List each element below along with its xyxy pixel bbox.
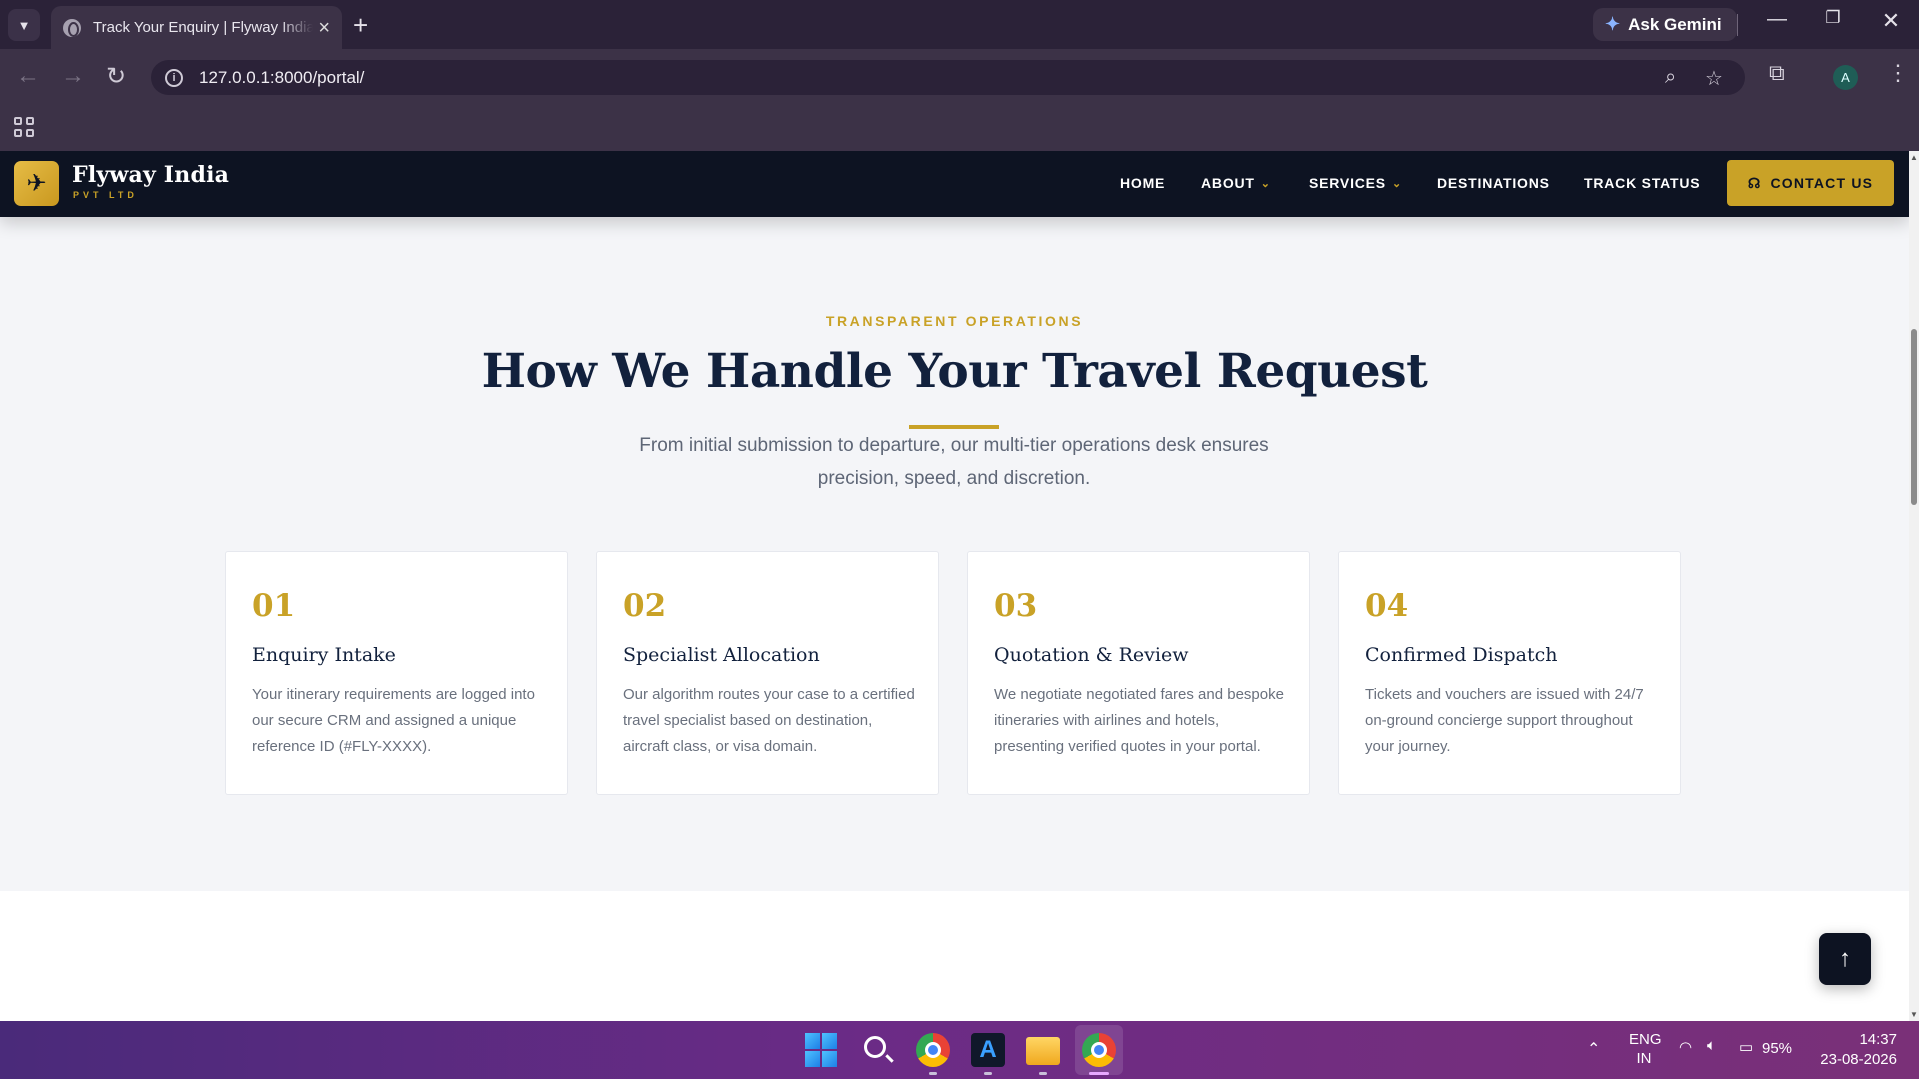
ask-gemini-button[interactable]: ✦ Ask Gemini [1593, 8, 1737, 41]
brand-name[interactable]: Flyway India [72, 162, 229, 188]
chevron-down-icon: ▼ [17, 17, 31, 33]
nav-home-label: HOME [1120, 175, 1166, 191]
nav-track-status-label: TRACK STATUS [1584, 175, 1701, 191]
tab-title: Track Your Enquiry | Flyway India Pvt Lt… [93, 19, 313, 36]
process-step-card: 03 Quotation & Review We negotiate negot… [967, 551, 1310, 795]
zoom-icon[interactable]: ⌕ [1665, 66, 1676, 89]
step-title: Quotation & Review [994, 644, 1189, 666]
plane-departure-icon[interactable]: ✈ [14, 161, 59, 206]
chevron-down-icon: ⌄ [1391, 177, 1402, 190]
browser-tab-bar: ▼ Track Your Enquiry | Flyway India Pvt … [0, 0, 1919, 49]
chrome-icon[interactable] [916, 1033, 950, 1067]
browser-toolbar: ← → ↻ i 127.0.0.1:8000/portal/ ⌕ ☆ ⧉ A ⋮ [0, 49, 1919, 105]
site-header: ✈ Flyway India PVT LTD HOME ABOUT ⌄ SERV… [0, 151, 1909, 217]
running-indicator [1039, 1072, 1047, 1075]
search-icon[interactable] [861, 1033, 895, 1067]
windows-start-icon[interactable] [805, 1033, 839, 1067]
address-bar[interactable]: i 127.0.0.1:8000/portal/ ⌕ ☆ [151, 60, 1745, 95]
scroll-down-arrow-icon[interactable]: ▼ [1909, 1010, 1919, 1019]
step-title: Confirmed Dispatch [1365, 644, 1558, 666]
arrow-up-icon: ↑ [1839, 945, 1851, 972]
nav-destinations-label: DESTINATIONS [1437, 175, 1550, 191]
nav-about-label: ABOUT [1201, 175, 1255, 191]
section-title: How We Handle Your Travel Request [481, 344, 1428, 399]
headset-icon: ☊ [1747, 174, 1762, 191]
clock-time: 14:37 [1859, 1031, 1897, 1048]
scroll-up-arrow-icon[interactable]: ▲ [1909, 153, 1919, 162]
tab-search-button[interactable]: ▼ [8, 9, 40, 41]
browser-menu-icon[interactable]: ⋮ [1887, 60, 1909, 86]
step-number: 04 [1365, 588, 1409, 624]
contact-us-button[interactable]: ☊ CONTACT US [1727, 160, 1894, 206]
profile-avatar[interactable]: A [1833, 65, 1858, 90]
back-arrow-icon[interactable]: ← [16, 62, 40, 90]
gemini-sparkle-icon: ✦ [1605, 14, 1621, 34]
browser-tab-active[interactable]: Track Your Enquiry | Flyway India Pvt Lt… [51, 6, 342, 49]
language-code: ENG [1629, 1031, 1662, 1048]
nav-destinations[interactable]: DESTINATIONS [1437, 175, 1550, 191]
running-indicator [929, 1072, 937, 1075]
file-explorer-icon[interactable] [1026, 1037, 1060, 1065]
process-step-card: 01 Enquiry Intake Your itinerary require… [225, 551, 568, 795]
forward-arrow-icon[interactable]: → [61, 62, 85, 90]
reload-icon[interactable]: ↻ [106, 62, 126, 91]
active-indicator [1089, 1072, 1109, 1075]
nav-services-label: SERVICES [1309, 175, 1386, 191]
chevron-down-icon: ⌄ [1260, 177, 1271, 190]
restore-window-icon[interactable]: ❐ [1813, 8, 1853, 28]
battery-icon[interactable]: ▭ [1739, 1038, 1753, 1056]
process-step-card: 04 Confirmed Dispatch Tickets and vouche… [1338, 551, 1681, 795]
step-title: Specialist Allocation [623, 644, 820, 666]
chevron-up-icon[interactable]: ⌃ [1587, 1039, 1600, 1059]
app-a-icon[interactable]: A [971, 1033, 1005, 1067]
bookmarks-bar [0, 105, 1919, 151]
scrollbar-thumb[interactable] [1911, 329, 1917, 505]
running-indicator [984, 1072, 992, 1075]
nav-services[interactable]: SERVICES ⌄ [1309, 175, 1402, 191]
nav-about[interactable]: ABOUT ⌄ [1201, 175, 1271, 191]
globe-icon [63, 18, 81, 37]
chrome-profile-icon[interactable] [1082, 1033, 1116, 1067]
next-section [0, 891, 1909, 1021]
input-language[interactable]: ENG IN [1629, 1030, 1662, 1068]
minimize-window-icon[interactable]: — [1757, 8, 1797, 31]
new-tab-button[interactable]: + [353, 12, 368, 38]
wifi-icon[interactable]: ◠ [1679, 1038, 1692, 1056]
section-eyebrow: TRANSPARENT OPERATIONS [825, 313, 1084, 329]
region-code: IN [1636, 1050, 1652, 1067]
step-description: Your itinerary requirements are logged i… [252, 686, 535, 755]
nav-home[interactable]: HOME [1120, 175, 1165, 191]
close-window-icon[interactable]: ✕ [1871, 8, 1911, 34]
section-lead: From initial submission to departure, ou… [639, 435, 1269, 489]
step-description: Our algorithm routes your case to a cert… [623, 686, 915, 755]
ask-gemini-label: Ask Gemini [1628, 14, 1722, 34]
volume-icon[interactable]: 🔈︎ [1707, 1037, 1716, 1054]
nav-track-status[interactable]: TRACK STATUS [1584, 175, 1700, 191]
page-viewport: ✈ Flyway India PVT LTD HOME ABOUT ⌄ SERV… [0, 151, 1909, 1021]
tabbar-divider [1737, 14, 1738, 36]
scroll-to-top-button[interactable]: ↑ [1819, 933, 1871, 985]
step-number: 03 [994, 588, 1038, 624]
step-title: Enquiry Intake [252, 644, 396, 666]
clock-date: 23-08-2026 [1820, 1051, 1897, 1068]
extensions-puzzle-icon[interactable]: ⧉ [1769, 60, 1785, 86]
apps-grid-icon[interactable] [14, 117, 34, 137]
address-url[interactable]: 127.0.0.1:8000/portal/ [199, 68, 364, 88]
step-number: 02 [623, 588, 667, 624]
process-step-card: 02 Specialist Allocation Our algorithm r… [596, 551, 939, 795]
clock[interactable]: 14:37 23-08-2026 [1815, 1030, 1897, 1070]
brand-subtitle: PVT LTD [73, 190, 138, 200]
step-number: 01 [252, 588, 296, 624]
step-description: We negotiate negotiated fares and bespok… [994, 686, 1284, 755]
site-info-icon[interactable]: i [165, 68, 183, 87]
close-tab-icon[interactable]: × [318, 18, 330, 38]
os-taskbar: A ⌃ ENG IN ◠ 🔈︎ ▭ 95% 14:37 23-08-2026 [0, 1021, 1919, 1079]
contact-us-label: CONTACT US [1770, 175, 1874, 191]
page-scrollbar[interactable]: ▲ ▼ [1909, 151, 1919, 1021]
step-description: Tickets and vouchers are issued with 24/… [1365, 686, 1644, 755]
bookmark-star-icon[interactable]: ☆ [1705, 66, 1723, 91]
battery-percent: 95% [1762, 1040, 1793, 1057]
